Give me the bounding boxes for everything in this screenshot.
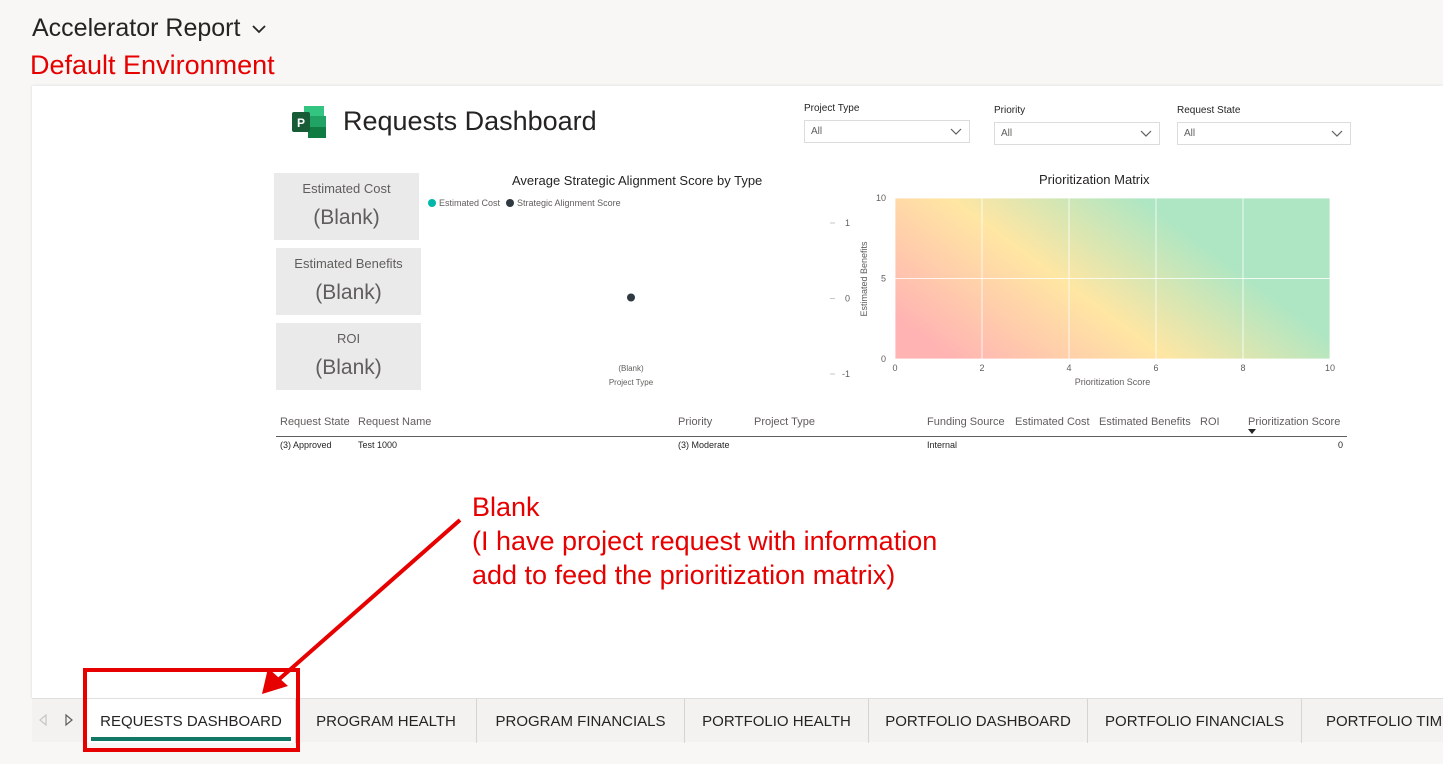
triangle-right-icon[interactable] bbox=[64, 713, 74, 727]
x-axis-label: Prioritization Score bbox=[1075, 377, 1151, 387]
app-title: Accelerator Report bbox=[32, 14, 241, 42]
column-header[interactable]: Priority bbox=[678, 416, 712, 428]
column-header[interactable]: Project Type bbox=[754, 416, 815, 428]
table-cell: (3) Approved bbox=[280, 440, 332, 450]
report-title-dropdown[interactable]: Accelerator Report bbox=[32, 14, 268, 43]
chevron-down-icon bbox=[252, 24, 267, 33]
prioritization-matrix-chart[interactable]: 0 2 4 6 8 10 10 5 0 Prioritization Score Estimated… bbox=[32, 86, 1443, 698]
x-tick-label: 0 bbox=[892, 363, 897, 373]
x-tick-label: 2 bbox=[979, 363, 984, 373]
annotation-line: add to feed the prioritization matrix) bbox=[472, 560, 896, 590]
table-cell: Test 1000 bbox=[358, 440, 398, 450]
table-row[interactable]: (3) Approved Test 1000 (3) Moderate Interna… bbox=[276, 437, 1347, 455]
report-canvas: P Requests Dashboard Project Type All Pr… bbox=[32, 86, 1443, 698]
column-header[interactable]: Estimated Cost bbox=[1015, 416, 1090, 428]
tab-program-financials[interactable]: PROGRAM FINANCIALS bbox=[477, 699, 685, 743]
table-cell: Internal bbox=[927, 440, 958, 450]
tab-portfolio-timeline[interactable]: PORTFOLIO TIMELINE bbox=[1302, 699, 1443, 743]
x-tick-label: 6 bbox=[1153, 363, 1158, 373]
y-tick-label: 5 bbox=[881, 274, 886, 284]
tab-portfolio-financials[interactable]: PORTFOLIO FINANCIALS bbox=[1088, 699, 1302, 743]
triangle-left-icon[interactable] bbox=[38, 713, 48, 727]
y-axis-label: Estimated Benefits bbox=[859, 241, 869, 317]
column-header[interactable]: Estimated Benefits bbox=[1099, 416, 1191, 428]
table-cell: (3) Moderate bbox=[678, 440, 730, 450]
table-cell: 0 bbox=[1337, 440, 1343, 450]
column-header[interactable]: Funding Source bbox=[927, 416, 1005, 428]
column-header[interactable]: ROI bbox=[1200, 416, 1220, 428]
x-tick-label: 10 bbox=[1325, 363, 1335, 373]
annotation-line: Blank bbox=[472, 492, 540, 522]
tab-portfolio-health[interactable]: PORTFOLIO HEALTH bbox=[685, 699, 869, 743]
tab-portfolio-dashboard[interactable]: PORTFOLIO DASHBOARD bbox=[869, 699, 1088, 743]
annotation-line: (I have project request with information bbox=[472, 526, 938, 556]
annotation-text: Blank (I have project request with infor… bbox=[472, 490, 937, 592]
table-header: Request State Request Name Priority Project… bbox=[276, 412, 1347, 437]
environment-label: Default Environment bbox=[30, 50, 275, 80]
tab-program-health[interactable]: PROGRAM HEALTH bbox=[296, 699, 477, 743]
table-body: (3) Approved Test 1000 (3) Moderate Interna… bbox=[276, 437, 1347, 455]
y-tick-label: 10 bbox=[876, 193, 886, 203]
requests-table: Request State Request Name Priority Project… bbox=[276, 412, 1347, 455]
x-tick-label: 4 bbox=[1066, 363, 1071, 373]
column-header[interactable]: Request Name bbox=[358, 416, 431, 428]
sort-desc-icon[interactable] bbox=[1248, 429, 1256, 435]
x-tick-label: 8 bbox=[1240, 363, 1245, 373]
y-tick-label: 0 bbox=[881, 354, 886, 364]
highlight-box bbox=[83, 668, 300, 752]
column-header[interactable]: Prioritization Score bbox=[1248, 416, 1340, 428]
column-header[interactable]: Request State bbox=[280, 416, 350, 428]
